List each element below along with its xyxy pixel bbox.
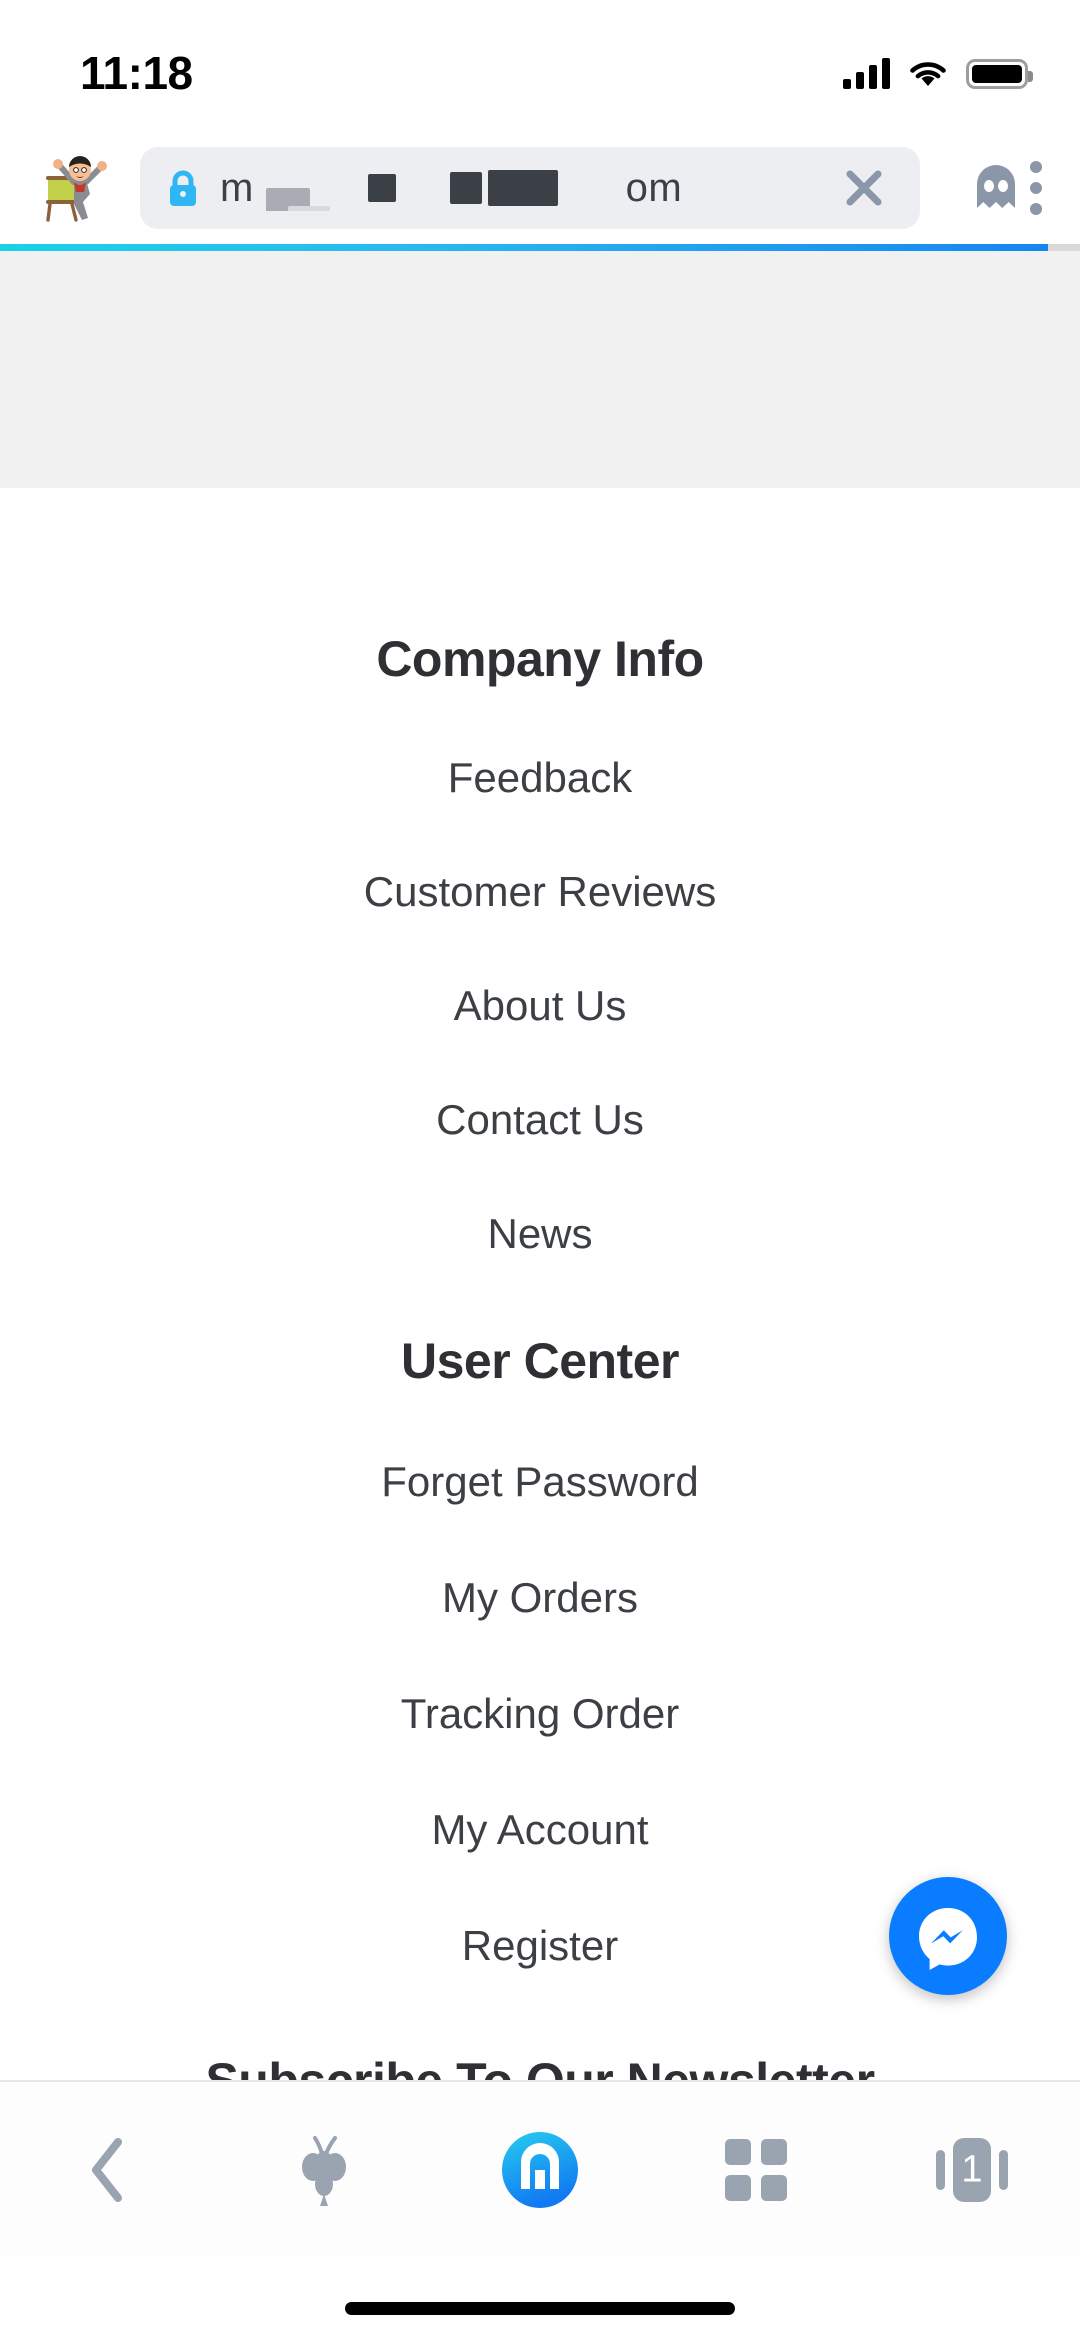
status-bar: 11:18	[0, 0, 1080, 132]
ghost-incognito-icon[interactable]	[972, 162, 1020, 214]
link-news[interactable]: News	[0, 1210, 1080, 1258]
battery-full-icon	[966, 59, 1033, 89]
newsletter-heading: Subscribe To Our Newsletter	[0, 2052, 1080, 2080]
site-favicon-cartoon-man[interactable]	[38, 150, 114, 226]
cellular-signal-icon	[843, 58, 890, 89]
secure-lock-icon	[166, 168, 200, 208]
url-text: m xxxxxxxxxxxxxxxxx om	[220, 166, 818, 211]
facebook-messenger-chat-button[interactable]	[889, 1877, 1007, 1995]
browser-bottom-toolbar: 1	[0, 2080, 1080, 2257]
maxthon-logo-icon	[502, 2131, 578, 2208]
status-bar-icons	[843, 58, 1033, 89]
company-info-heading: Company Info	[376, 631, 704, 687]
back-button[interactable]	[33, 2110, 183, 2230]
webpage-viewport[interactable]: Company Info Feedback Customer Reviews A…	[0, 251, 1080, 2080]
company-info-section: Company Info Feedback Customer Reviews A…	[0, 630, 1080, 1258]
user-center-section: User Center Forget Password My Orders Tr…	[0, 1332, 1080, 1970]
page-load-progress-fill	[0, 244, 1048, 251]
page-load-progress-bar	[0, 244, 1080, 251]
link-about-us[interactable]: About Us	[0, 982, 1080, 1030]
wifi-icon	[910, 62, 946, 86]
messenger-icon	[919, 1908, 977, 1970]
browser-menu-zone[interactable]	[942, 147, 1072, 229]
cloud-bee-icon	[302, 2135, 346, 2206]
apps-grid-button[interactable]	[681, 2110, 831, 2230]
kebab-menu-icon[interactable]	[1030, 161, 1042, 215]
user-center-heading: User Center	[401, 1333, 679, 1389]
maxthon-cloud-button[interactable]	[249, 2110, 399, 2230]
link-forget-password[interactable]: Forget Password	[0, 1458, 1080, 1506]
link-my-orders[interactable]: My Orders	[0, 1574, 1080, 1622]
home-indicator	[345, 2302, 735, 2315]
clear-url-button[interactable]	[818, 147, 910, 229]
content-placeholder-block	[0, 251, 1080, 488]
status-bar-time: 11:18	[80, 47, 193, 99]
url-redaction-block-2	[288, 205, 330, 211]
link-contact-us[interactable]: Contact Us	[0, 1096, 1080, 1144]
url-address-bar[interactable]: m xxxxxxxxxxxxxxxxx om	[140, 147, 920, 229]
url-redaction-block-3	[368, 174, 396, 202]
link-feedback[interactable]: Feedback	[0, 754, 1080, 802]
company-info-link-list: Feedback Customer Reviews About Us Conta…	[0, 754, 1080, 1258]
url-redaction-block-4	[450, 172, 482, 204]
link-tracking-order[interactable]: Tracking Order	[0, 1690, 1080, 1738]
home-button[interactable]	[465, 2110, 615, 2230]
link-my-account[interactable]: My Account	[0, 1806, 1080, 1854]
grid-squares-icon	[725, 2138, 787, 2201]
chevron-left-icon	[92, 2137, 122, 2202]
link-customer-reviews[interactable]: Customer Reviews	[0, 868, 1080, 916]
url-prefix: m	[220, 165, 254, 210]
browser-top-bar: m xxxxxxxxxxxxxxxxx om	[0, 132, 1080, 244]
url-redaction-block-5	[488, 170, 558, 206]
tab-switcher-icon	[936, 2137, 1008, 2202]
tabs-button[interactable]: 1	[897, 2110, 1047, 2230]
url-suffix: om	[625, 165, 683, 210]
